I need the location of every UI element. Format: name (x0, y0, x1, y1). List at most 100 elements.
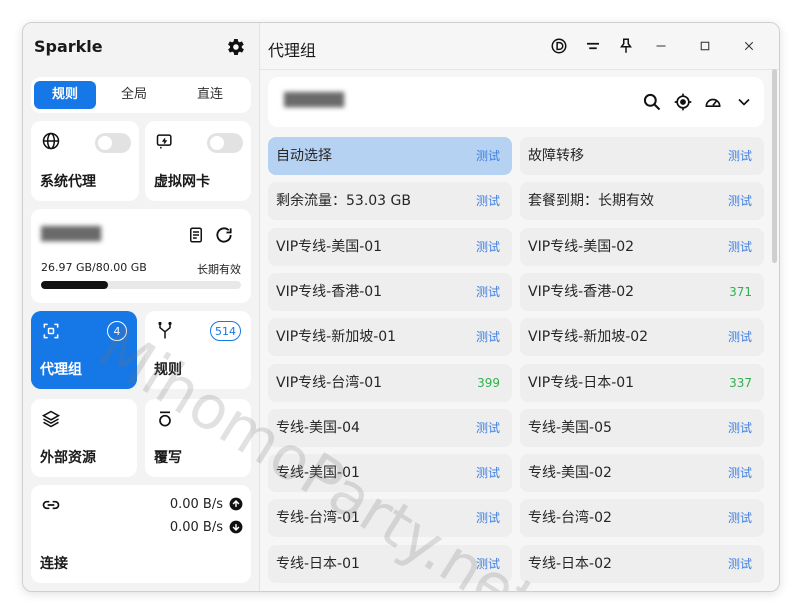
test-latency-button[interactable]: 测试 (476, 273, 500, 311)
proxy-item[interactable]: 专线-美国-02 测试 (520, 454, 764, 493)
proxy-name: 专线-日本-02 (528, 555, 612, 572)
system-proxy-card[interactable]: 系统代理 (31, 121, 139, 201)
document-icon[interactable] (187, 225, 205, 245)
proxy-item[interactable]: VIP专线-香港-01 测试 (268, 272, 512, 311)
close-icon[interactable] (740, 37, 758, 55)
tab-direct[interactable]: 直连 (172, 81, 248, 109)
test-latency-button[interactable]: 测试 (476, 499, 500, 537)
test-latency-button[interactable]: 测试 (476, 228, 500, 266)
upload-icon (229, 497, 243, 511)
search-icon[interactable] (642, 92, 662, 112)
proxy-group-icon (43, 323, 59, 339)
override-card[interactable]: 覆写 (145, 399, 251, 477)
test-latency-button[interactable]: 测试 (476, 454, 500, 492)
connections-card[interactable]: 0.00 B/s 0.00 B/s 连接 (31, 485, 251, 583)
fork-icon (158, 321, 172, 339)
proxy-groups-label: 代理组 (40, 362, 82, 378)
proxy-item[interactable]: VIP专线-美国-01 测试 (268, 227, 512, 266)
override-label: 覆写 (154, 450, 182, 466)
test-latency-button[interactable]: 测试 (728, 545, 752, 583)
network-card-icon (156, 134, 172, 149)
rules-card[interactable]: 514 规则 (145, 311, 251, 389)
minimize-icon[interactable] (652, 37, 670, 55)
proxy-item[interactable]: VIP专线-新加坡-01 测试 (268, 318, 512, 357)
connections-label: 连接 (40, 556, 68, 572)
proxy-name: VIP专线-新加坡-02 (528, 329, 649, 346)
sidebar: Sparkle 规则 全局 直连 系统代理 虚拟网卡 ██████ 26.97 … (23, 23, 260, 591)
core-icon[interactable] (550, 37, 568, 55)
proxy-item[interactable]: 专线-美国-05 测试 (520, 408, 764, 447)
latency-value[interactable]: 371 (729, 273, 752, 311)
test-latency-button[interactable]: 测试 (728, 454, 752, 492)
proxy-item[interactable]: VIP专线-香港-02 371 (520, 272, 764, 311)
layers-icon (41, 410, 61, 428)
proxy-groups-count: 4 (107, 321, 127, 341)
test-latency-button[interactable]: 测试 (476, 318, 500, 356)
resources-card[interactable]: 外部资源 (31, 399, 137, 477)
proxy-item[interactable]: 剩余流量：53.03 GB 测试 (268, 182, 512, 221)
proxy-item[interactable]: 专线-美国-01 测试 (268, 454, 512, 493)
pin-icon[interactable] (617, 37, 635, 55)
test-latency-button[interactable]: 测试 (728, 182, 752, 220)
proxy-name: 专线-台湾-01 (276, 510, 360, 527)
gear-icon[interactable] (224, 36, 246, 58)
proxy-item[interactable]: 专线-美国-04 测试 (268, 408, 512, 447)
proxy-item[interactable]: 套餐到期：长期有效 测试 (520, 182, 764, 221)
locate-icon[interactable] (673, 92, 693, 112)
test-latency-button[interactable]: 测试 (728, 318, 752, 356)
menu-icon[interactable] (584, 37, 602, 55)
proxy-name: VIP专线-美国-02 (528, 238, 635, 255)
globe-icon (42, 132, 60, 150)
proxy-item[interactable]: 自动选择 测试 (268, 137, 512, 175)
proxy-name: VIP专线-香港-02 (528, 283, 635, 300)
system-proxy-label: 系统代理 (40, 174, 96, 190)
proxy-item[interactable]: 专线-台湾-01 测试 (268, 499, 512, 538)
proxy-name: 专线-美国-05 (528, 419, 612, 436)
proxy-name: VIP专线-台湾-01 (276, 374, 383, 391)
test-latency-button[interactable]: 测试 (728, 409, 752, 447)
proxy-item[interactable]: VIP专线-新加坡-02 测试 (520, 318, 764, 357)
test-latency-button[interactable]: 测试 (476, 137, 500, 175)
speedometer-icon[interactable] (703, 92, 723, 112)
tun-label: 虚拟网卡 (154, 174, 210, 190)
system-proxy-toggle[interactable] (95, 133, 131, 153)
test-latency-button[interactable]: 测试 (476, 409, 500, 447)
usage-bar (41, 281, 241, 289)
profile-usage: 26.97 GB/80.00 GB (41, 261, 147, 274)
maximize-icon[interactable] (696, 37, 714, 55)
test-latency-button[interactable]: 测试 (476, 545, 500, 583)
profile-card[interactable]: ██████ 26.97 GB/80.00 GB 长期有效 (31, 209, 251, 303)
proxy-item[interactable]: 故障转移 测试 (520, 137, 764, 175)
tun-card[interactable]: 虚拟网卡 (145, 121, 251, 201)
tab-global[interactable]: 全局 (96, 81, 172, 109)
latency-value[interactable]: 337 (729, 364, 752, 402)
proxy-item[interactable]: 专线-日本-02 测试 (520, 544, 764, 583)
proxy-name: 自动选择 (276, 148, 332, 164)
test-latency-button[interactable]: 测试 (728, 228, 752, 266)
test-latency-button[interactable]: 测试 (476, 182, 500, 220)
test-latency-button[interactable]: 测试 (728, 499, 752, 537)
title-bar: 代理组 (260, 23, 779, 70)
group-selector[interactable]: ██████ (268, 77, 764, 127)
app-window: Sparkle 规则 全局 直连 系统代理 虚拟网卡 ██████ 26.97 … (22, 22, 780, 592)
chevron-down-icon[interactable] (734, 92, 754, 112)
proxy-name: VIP专线-香港-01 (276, 283, 383, 300)
proxy-name: 专线-日本-01 (276, 555, 360, 572)
tab-rule[interactable]: 规则 (34, 81, 96, 109)
test-latency-button[interactable]: 测试 (728, 137, 752, 175)
proxy-item[interactable]: 专线-台湾-02 测试 (520, 499, 764, 538)
override-icon (159, 411, 171, 427)
usage-bar-fill (41, 281, 109, 289)
proxy-item[interactable]: VIP专线-美国-02 测试 (520, 227, 764, 266)
refresh-icon[interactable] (214, 225, 234, 245)
proxy-name: VIP专线-日本-01 (528, 374, 635, 391)
proxy-groups-card[interactable]: 4 代理组 (31, 311, 137, 389)
scrollbar[interactable] (772, 69, 777, 263)
proxy-item[interactable]: VIP专线-台湾-01 399 (268, 363, 512, 402)
proxy-item[interactable]: VIP专线-日本-01 337 (520, 363, 764, 402)
proxy-name: 故障转移 (528, 148, 584, 164)
proxy-item[interactable]: 专线-日本-01 测试 (268, 544, 512, 583)
latency-value[interactable]: 399 (477, 364, 500, 402)
group-name: ██████ (284, 93, 344, 108)
tun-toggle[interactable] (207, 133, 243, 153)
